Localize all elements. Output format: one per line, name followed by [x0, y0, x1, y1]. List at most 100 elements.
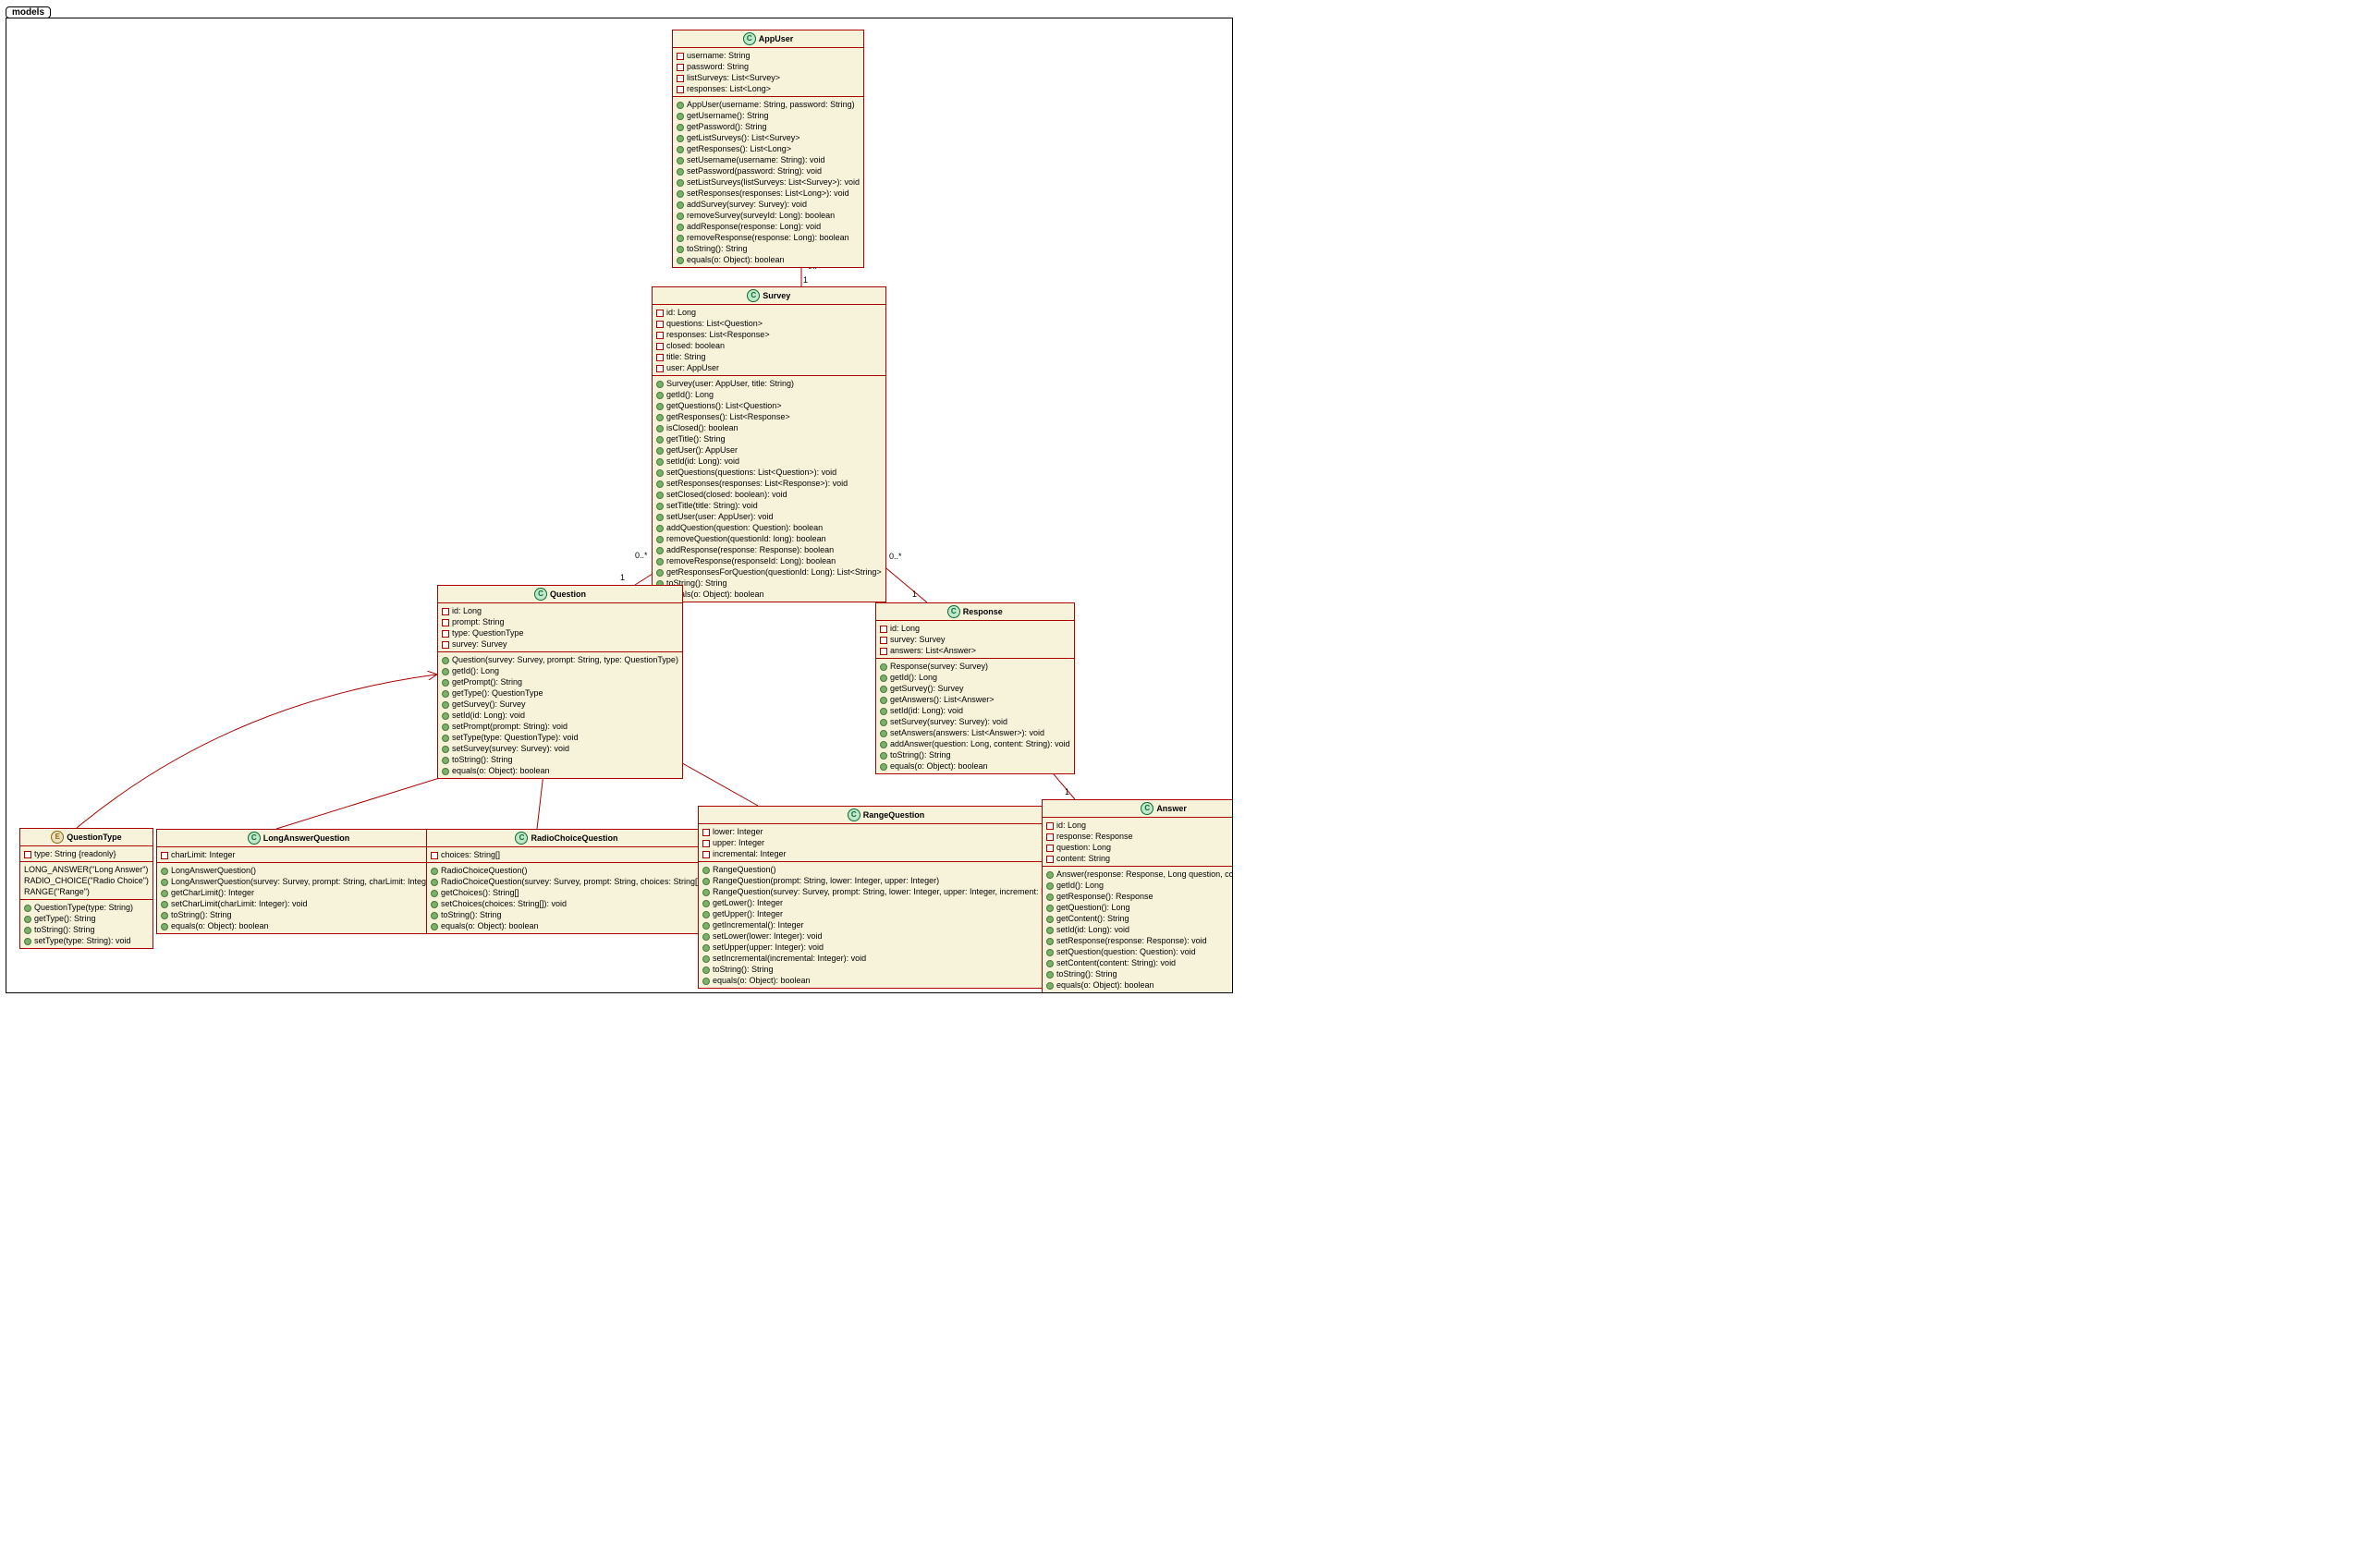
member-row: getAnswers(): List<Answer>	[880, 694, 1070, 705]
field-bullet-icon	[656, 343, 664, 350]
member-row: question: Long	[1046, 842, 1233, 853]
member-row: RADIO_CHOICE("Radio Choice")	[24, 875, 149, 886]
member-text: getId(): Long	[452, 666, 499, 675]
member-text: addResponse(response: Response): boolean	[666, 545, 834, 554]
member-text: setQuestions(questions: List<Question>):…	[666, 468, 836, 477]
field-bullet-icon	[656, 332, 664, 339]
method-bullet-icon	[442, 723, 449, 731]
methods-section: Response(survey: Survey)getId(): Longget…	[876, 659, 1074, 773]
member-text: survey: Survey	[890, 635, 946, 644]
member-text: toString(): String	[452, 755, 513, 764]
class-RangeQuestion[interactable]: CRangeQuestion lower: Integerupper: Inte…	[698, 806, 1074, 989]
member-text: setContent(content: String): void	[1056, 958, 1176, 967]
member-text: setResponse(response: Response): void	[1056, 936, 1207, 945]
member-text: setLower(lower: Integer): void	[713, 931, 823, 941]
member-row: id: Long	[1046, 820, 1233, 831]
member-row: setIncremental(incremental: Integer): vo…	[702, 953, 1069, 964]
fields-section: username: Stringpassword: StringlistSurv…	[673, 48, 863, 97]
field-bullet-icon	[677, 53, 684, 60]
member-text: setUsername(username: String): void	[687, 155, 825, 164]
member-row: LongAnswerQuestion(survey: Survey, promp…	[161, 876, 436, 887]
member-text: Question(survey: Survey, prompt: String,…	[452, 655, 678, 664]
member-row: getId(): Long	[442, 665, 678, 676]
member-text: prompt: String	[452, 617, 505, 626]
member-row: responses: List<Long>	[677, 83, 860, 94]
member-text: equals(o: Object): boolean	[171, 921, 269, 930]
class-name: Answer	[1156, 804, 1187, 813]
field-bullet-icon	[880, 648, 887, 655]
member-text: setId(id: Long): void	[1056, 925, 1129, 934]
member-text: setQuestion(question: Question): void	[1056, 947, 1196, 956]
method-bullet-icon	[702, 922, 710, 930]
member-text: survey: Survey	[452, 639, 507, 649]
member-row: toString(): String	[880, 749, 1070, 760]
class-Answer[interactable]: CAnswer id: Longresponse: Responsequesti…	[1042, 799, 1233, 993]
member-row: addSurvey(survey: Survey): void	[677, 199, 860, 210]
member-text: getPrompt(): String	[452, 677, 522, 687]
member-row: equals(o: Object): boolean	[431, 920, 702, 931]
member-text: setCharLimit(charLimit: Integer): void	[171, 899, 308, 908]
method-bullet-icon	[442, 712, 449, 720]
member-row: incremental: Integer	[702, 848, 1069, 859]
member-text: user: AppUser	[666, 363, 719, 372]
member-row: setTitle(title: String): void	[656, 500, 882, 511]
method-bullet-icon	[161, 923, 168, 930]
member-text: setId(id: Long): void	[666, 456, 739, 466]
method-bullet-icon	[677, 179, 684, 187]
class-badge-icon: C	[743, 32, 756, 45]
method-bullet-icon	[677, 146, 684, 153]
method-bullet-icon	[702, 978, 710, 985]
member-text: getAnswers(): List<Answer>	[890, 695, 995, 704]
member-row: getQuestion(): Long	[1046, 902, 1233, 913]
member-text: setResponses(responses: List<Response>):…	[666, 479, 848, 488]
member-row: id: Long	[656, 307, 882, 318]
method-bullet-icon	[431, 912, 438, 919]
class-header: EQuestionType	[20, 829, 153, 846]
class-Question[interactable]: CQuestion id: Longprompt: Stringtype: Qu…	[437, 585, 683, 779]
methods-section: LongAnswerQuestion()LongAnswerQuestion(s…	[157, 863, 440, 933]
member-text: toString(): String	[713, 965, 774, 974]
member-text: closed: boolean	[666, 341, 725, 350]
field-bullet-icon	[1046, 856, 1054, 863]
method-bullet-icon	[677, 168, 684, 176]
method-bullet-icon	[656, 469, 664, 477]
member-row: getResponses(): List<Response>	[656, 411, 882, 422]
member-row: closed: boolean	[656, 340, 882, 351]
method-bullet-icon	[442, 690, 449, 698]
class-LongAnswerQuestion[interactable]: CLongAnswerQuestion charLimit: Integer L…	[156, 829, 441, 934]
method-bullet-icon	[656, 458, 664, 466]
method-bullet-icon	[431, 923, 438, 930]
class-Response[interactable]: CResponse id: Longsurvey: Surveyanswers:…	[875, 602, 1075, 774]
method-bullet-icon	[1046, 982, 1054, 990]
member-row: user: AppUser	[656, 362, 882, 373]
member-text: getIncremental(): Integer	[713, 920, 804, 930]
member-row: survey: Survey	[880, 634, 1070, 645]
member-text: listSurveys: List<Survey>	[687, 73, 780, 82]
class-AppUser[interactable]: CAppUser username: Stringpassword: Strin…	[672, 30, 864, 268]
class-Survey[interactable]: CSurvey id: Longquestions: List<Question…	[652, 286, 886, 602]
method-bullet-icon	[656, 525, 664, 532]
member-row: getUsername(): String	[677, 110, 860, 121]
member-row: getResponse(): Response	[1046, 891, 1233, 902]
member-row: getContent(): String	[1046, 913, 1233, 924]
member-text: getContent(): String	[1056, 914, 1129, 923]
member-row: RANGE("Range")	[24, 886, 149, 897]
class-header: CQuestion	[438, 586, 682, 603]
member-row: RangeQuestion()	[702, 864, 1069, 875]
member-text: Answer(response: Response, Long question…	[1056, 869, 1233, 879]
member-text: id: Long	[452, 606, 482, 615]
class-RadioChoiceQuestion[interactable]: CRadioChoiceQuestion choices: String[] R…	[426, 829, 707, 934]
member-text: addQuestion(question: Question): boolean	[666, 523, 823, 532]
member-text: RadioChoiceQuestion()	[441, 866, 528, 875]
field-bullet-icon	[677, 86, 684, 93]
method-bullet-icon	[677, 213, 684, 220]
method-bullet-icon	[677, 224, 684, 231]
class-QuestionType[interactable]: EQuestionType type: String {readonly} LO…	[19, 828, 153, 949]
method-bullet-icon	[442, 746, 449, 753]
member-row: getId(): Long	[656, 389, 882, 400]
member-text: getTitle(): String	[666, 434, 726, 444]
member-text: Survey(user: AppUser, title: String)	[666, 379, 794, 388]
method-bullet-icon	[656, 569, 664, 577]
member-row: getResponsesForQuestion(questionId: Long…	[656, 566, 882, 577]
member-row: removeQuestion(questionId: long): boolea…	[656, 533, 882, 544]
